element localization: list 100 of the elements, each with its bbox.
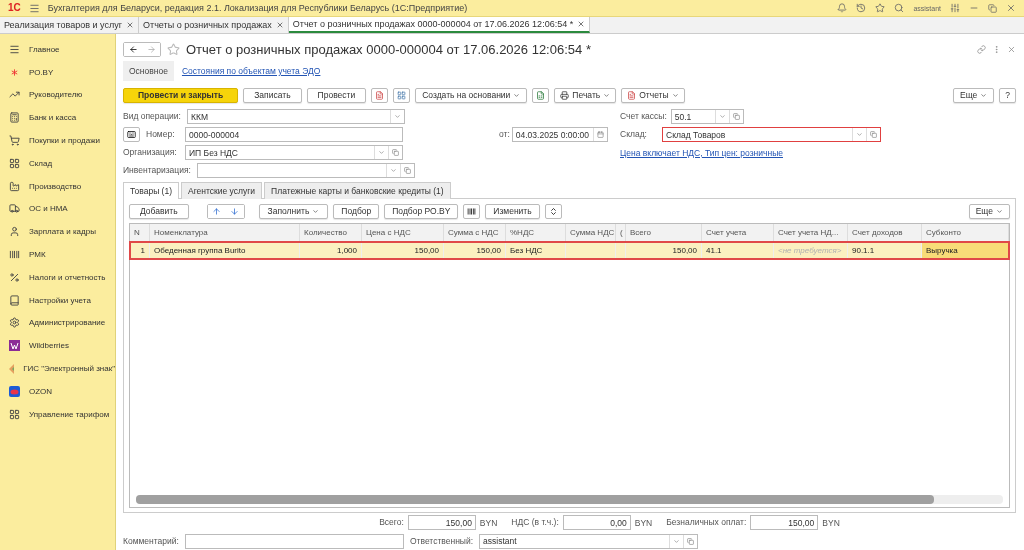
document-button[interactable] [123, 127, 140, 142]
field-label: Ответственный: [410, 535, 474, 547]
restore-icon[interactable] [988, 3, 997, 13]
barcode-button[interactable] [463, 203, 481, 219]
price-link[interactable]: Цена включает НДС, Тип цен: розничные [620, 147, 783, 158]
input-field[interactable] [196, 163, 415, 178]
search-icon[interactable] [894, 3, 905, 13]
star-icon[interactable] [167, 42, 180, 56]
close-icon[interactable] [275, 21, 284, 29]
add-button[interactable]: Добавить [129, 203, 189, 219]
sidebar-item[interactable]: Налоги и отчетность [0, 265, 115, 289]
table-row[interactable]: 1 Обеденная группа Burito 1,000 150,00 150,00 Без НДС 150,00 41.1 <не требуется> 90.1.1 Выручка [130, 242, 1009, 259]
dropdown-icon[interactable] [389, 167, 397, 174]
more-icon[interactable] [992, 44, 1001, 54]
section-tab[interactable]: Основное [123, 61, 174, 81]
close-icon[interactable] [1006, 3, 1016, 13]
comment-field[interactable] [185, 533, 404, 549]
help-button[interactable]: ? [999, 87, 1016, 103]
sidebar-item[interactable]: РМК [0, 243, 115, 266]
settings-icon[interactable] [950, 3, 960, 13]
close-icon[interactable] [1007, 44, 1016, 54]
table-cell: Выручка [922, 242, 1009, 259]
sidebar-item[interactable]: Склад [0, 152, 115, 175]
keyboard-icon [127, 130, 136, 139]
reports-button[interactable]: Отчеты [621, 87, 685, 103]
input-field[interactable]: 0000-000004 [185, 127, 403, 142]
app-title: Бухгалтерия для Беларуси, редакция 2.1. Локализация для Республики Беларусь (1С:Предприятие) [47, 3, 469, 13]
sidebar-item[interactable]: Зарплата и кадры [0, 220, 115, 244]
sidebar-item[interactable]: Покупки и продажи [0, 129, 115, 152]
bell-icon[interactable] [837, 3, 848, 13]
more-button[interactable]: Еще [952, 87, 995, 103]
sidebar-item[interactable]: Производство [0, 174, 115, 198]
more-button[interactable]: Еще [968, 203, 1010, 219]
sidebar-item[interactable]: ОС и НМА [0, 197, 115, 221]
excel-button[interactable] [532, 87, 550, 103]
sidebar-item[interactable]: Wildberries [0, 334, 115, 358]
section-tab[interactable]: Состояния по объектам учета ЭДО [175, 61, 327, 81]
currency-label: BYN [479, 517, 498, 528]
sidebar-item[interactable]: OZON [0, 379, 115, 403]
input-field[interactable]: ИП Без НДС [185, 145, 403, 160]
table-cell: 1,000 [300, 242, 362, 259]
form-tab[interactable]: Агентские услуги [181, 182, 263, 199]
menu-icon [9, 43, 20, 55]
journal-button[interactable] [371, 87, 389, 103]
input-field[interactable]: assistant [479, 533, 699, 549]
window-tab[interactable]: Отчет о розничных продажах 0000-000004 от 17.06.2026 12:06:54 * [288, 17, 591, 33]
dropdown-icon[interactable] [394, 113, 401, 120]
caret-icon [996, 207, 1003, 215]
close-icon[interactable] [126, 21, 135, 29]
sidebar-item[interactable]: Главное [0, 38, 115, 61]
dropdown-icon[interactable] [378, 149, 385, 156]
print-button[interactable]: Печать [554, 87, 617, 103]
document-icon [627, 90, 637, 100]
sidebar-item[interactable]: Банк и касса [0, 106, 115, 130]
tiles-icon [9, 408, 20, 420]
open-icon[interactable] [732, 113, 740, 120]
table-cell: Без НДС [506, 242, 566, 259]
form-tab[interactable]: Товары (1) [123, 182, 179, 199]
dropdown-icon[interactable] [718, 113, 726, 120]
calendar-icon[interactable] [596, 131, 604, 138]
document-icon [375, 90, 385, 100]
form-tab[interactable]: Платежные карты и банковские кредиты (1) [264, 182, 451, 199]
sidebar-item[interactable]: Руководителю [0, 83, 115, 107]
open-icon[interactable] [687, 537, 695, 545]
table-cell: 150,00 [444, 242, 506, 259]
open-icon[interactable] [392, 149, 399, 156]
dropdown-icon[interactable] [856, 131, 863, 138]
printer-icon [560, 90, 570, 100]
save-button[interactable]: Записать [243, 87, 302, 103]
link-icon[interactable] [977, 44, 986, 54]
field-label: Инвентаризация: [123, 165, 191, 176]
open-icon[interactable] [870, 131, 877, 138]
date-field[interactable]: 04.03.2025 0:00:00 [511, 127, 608, 142]
input-field[interactable]: Склад Товаров [662, 127, 881, 142]
dropdown-icon[interactable] [673, 537, 681, 545]
close-icon[interactable] [577, 20, 586, 28]
caret-icon [671, 91, 679, 99]
field-label: НДС (в т.ч.): [511, 517, 559, 528]
open-icon[interactable] [403, 167, 411, 174]
sidebar-item[interactable]: ГИС "Электронный знак" [0, 357, 115, 380]
pick-ro-button[interactable]: Подбор РО.BY [384, 203, 459, 219]
sidebar-item[interactable]: Управление тарифом [0, 402, 115, 426]
create-based-button[interactable]: Создать на основании [415, 87, 528, 103]
sidebar-item[interactable]: Настройки учета [0, 288, 115, 312]
input-field[interactable]: ККМ [187, 109, 405, 124]
post-button[interactable]: Провести [306, 87, 367, 103]
pick-button[interactable]: Подбор [333, 203, 380, 219]
star-icon[interactable] [875, 3, 886, 13]
input-field[interactable]: 50.1 [670, 109, 744, 124]
fill-button[interactable]: Заполнить [258, 203, 329, 219]
structure-button[interactable] [393, 87, 411, 103]
history-icon[interactable] [856, 3, 867, 13]
menu-icon[interactable] [28, 2, 40, 14]
scrollbar[interactable] [136, 495, 1003, 504]
sidebar-item[interactable]: РО.BY [0, 60, 115, 84]
truck-icon [9, 203, 20, 215]
change-button[interactable]: Изменить [485, 203, 540, 219]
expand-button[interactable] [544, 203, 562, 219]
post-close-button[interactable]: Провести и закрыть [123, 87, 239, 103]
sidebar-item[interactable]: Администрирование [0, 311, 115, 335]
